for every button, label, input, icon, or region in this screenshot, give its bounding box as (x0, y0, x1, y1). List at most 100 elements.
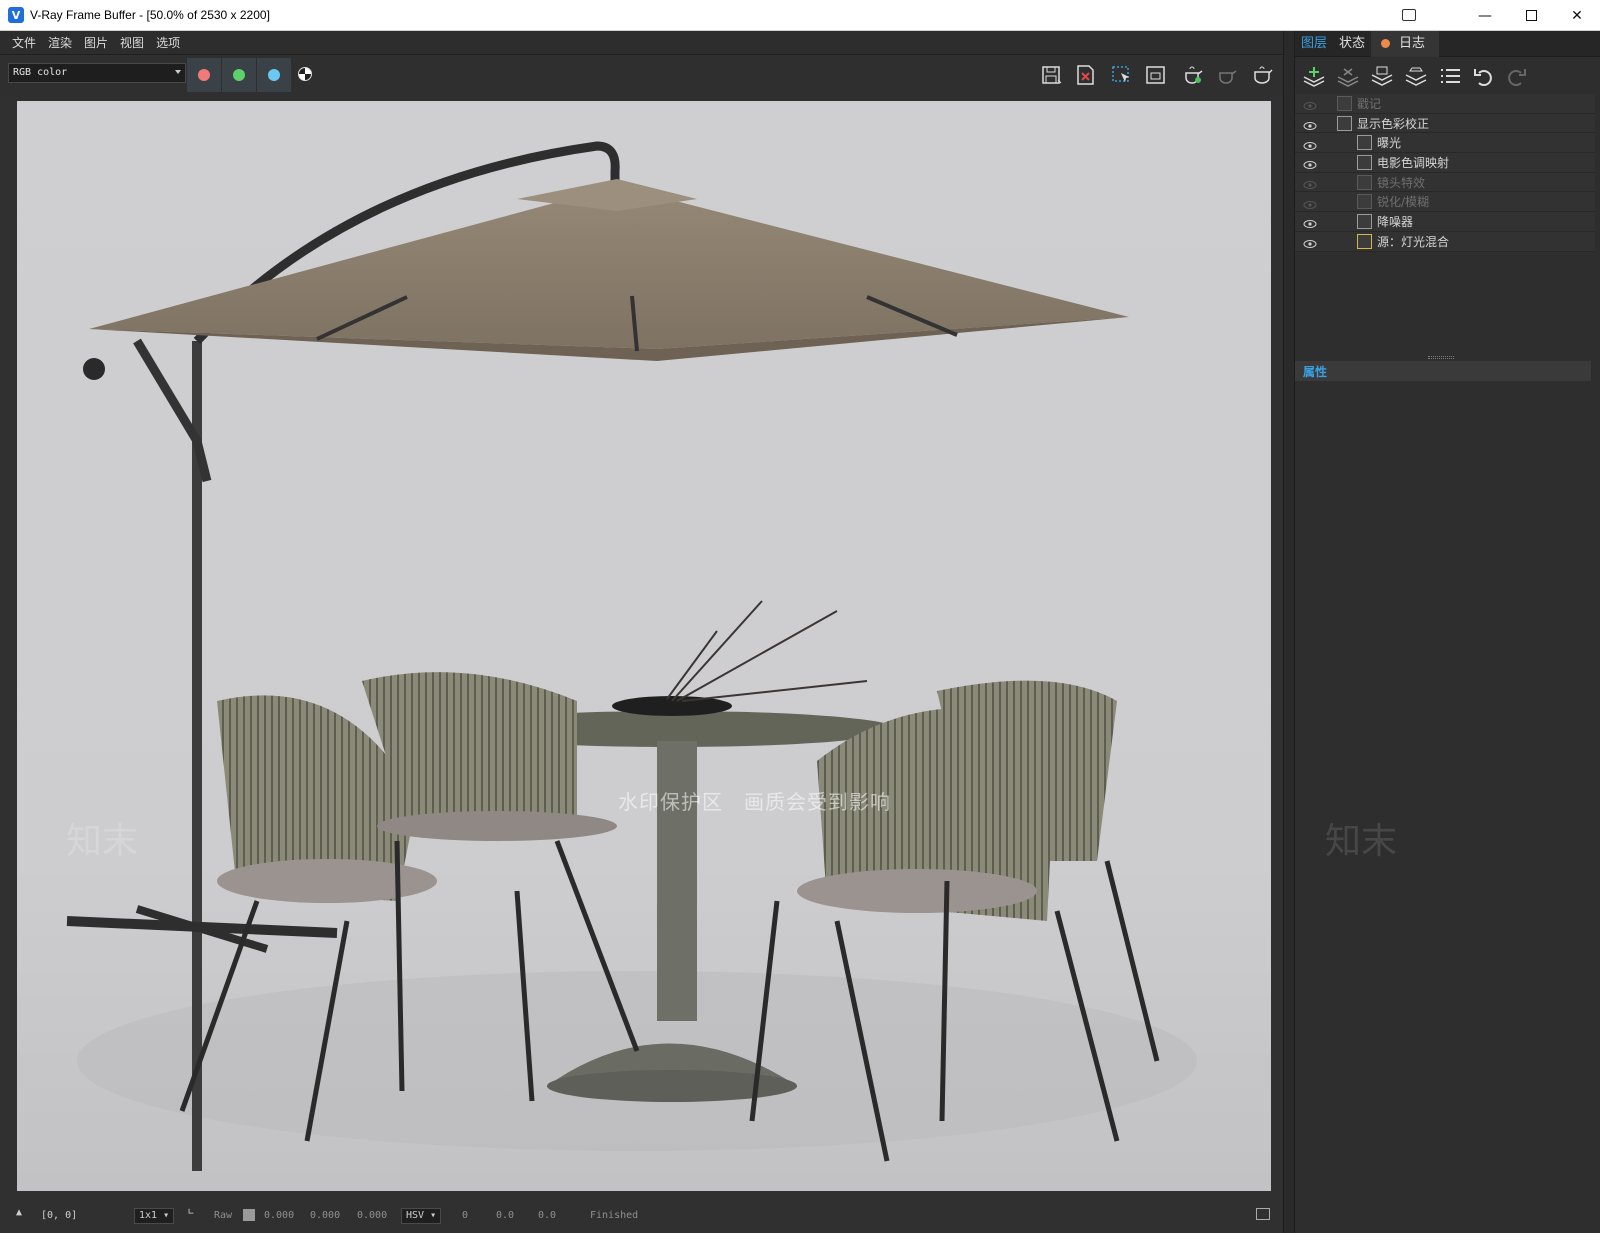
render-teapot-icon (1185, 66, 1203, 84)
layer-label: 镜头特效 (1377, 175, 1426, 190)
tonemap-layer-icon (1357, 154, 1372, 170)
tab-layers[interactable]: 图层 (1295, 31, 1333, 57)
sharpen-layer-icon (1357, 194, 1372, 210)
properties-label: 属性 (1303, 364, 1328, 379)
load-layers-icon (1405, 67, 1427, 86)
layer-label: 降噪器 (1377, 214, 1414, 229)
render-viewport[interactable] (17, 101, 1271, 1191)
save-image-button[interactable] (1040, 64, 1064, 86)
eye-icon[interactable] (1303, 99, 1317, 111)
close-icon: ✕ (1571, 7, 1583, 24)
clear-image-button[interactable] (1074, 64, 1098, 86)
rendered-image (17, 101, 1271, 1191)
minimize-button[interactable]: — (1462, 0, 1508, 31)
color-mode-select[interactable]: HSV ▾ (401, 1208, 442, 1224)
layer-label: 源：灯光混合 (1377, 234, 1450, 249)
layer-lightmix-source[interactable]: 源：灯光混合 (1295, 231, 1595, 252)
close-button[interactable]: ✕ (1554, 0, 1600, 31)
menu-render[interactable]: 渲染 (48, 34, 72, 51)
remove-layer-button[interactable] (1335, 65, 1361, 87)
render-status: Finished (590, 1210, 639, 1221)
chevron-down-icon (175, 70, 181, 74)
layer-list-button[interactable] (1437, 65, 1463, 87)
menu-options[interactable]: 选项 (156, 34, 180, 51)
menu-image[interactable]: 图片 (84, 34, 108, 51)
eye-icon[interactable] (1303, 217, 1317, 229)
render-button[interactable] (1180, 64, 1204, 86)
raw-checkbox[interactable] (243, 1209, 255, 1221)
panel-splitter-grip[interactable] (1428, 356, 1454, 359)
layer-lens-effects[interactable]: 镜头特效 (1295, 172, 1595, 193)
raw-label: Raw (214, 1210, 233, 1221)
green-dot-icon (233, 69, 245, 81)
layer-label: 戳记 (1357, 96, 1382, 111)
layer-denoiser[interactable]: 降噪器 (1295, 212, 1595, 232)
pixel-coords: [0, 0] (41, 1210, 78, 1221)
properties-header: 属性 (1295, 361, 1591, 381)
channel-select-value: RGB color (13, 67, 68, 78)
denoiser-layer-icon (1357, 213, 1372, 229)
layer-exposure[interactable]: 曝光 (1295, 133, 1595, 154)
menu-view[interactable]: 视图 (120, 34, 144, 51)
window-mode-icon[interactable] (1402, 9, 1416, 21)
eye-icon[interactable] (1303, 198, 1317, 209)
exposure-layer-icon (1357, 135, 1372, 151)
log-toggle-icon[interactable] (1256, 1208, 1270, 1220)
zoom-select[interactable]: 1x1 ▾ (134, 1208, 175, 1224)
layer-label: 锐化/模糊 (1377, 195, 1430, 210)
region-render-button[interactable] (1110, 64, 1134, 86)
stamp-layer-icon (1337, 95, 1352, 111)
load-layers-button[interactable] (1403, 65, 1429, 87)
layers-panel: 图层 状态 日志 戳记 显示色彩校正 曝光 电影色调映射 镜头特效 锐化/模糊 … (1295, 30, 1600, 1233)
pane-splitter[interactable] (1283, 31, 1295, 1233)
pixel-picker-icon[interactable]: ▲ (16, 1207, 22, 1218)
maximize-button[interactable] (1508, 0, 1554, 31)
red-dot-icon (198, 69, 210, 81)
monochrome-button[interactable] (298, 67, 312, 81)
stop-render-button[interactable] (1250, 64, 1274, 86)
eye-icon[interactable] (1303, 178, 1317, 190)
toolbar: RGB color (0, 56, 1283, 96)
layer-filmic-tonemap[interactable]: 电影色调映射 (1295, 153, 1595, 173)
light-bulb-icon (1357, 233, 1372, 249)
render-region-button[interactable] (1144, 64, 1168, 86)
panel-tabs: 图层 状态 日志 (1295, 30, 1600, 57)
layer-label: 电影色调映射 (1377, 155, 1450, 170)
eye-icon[interactable] (1303, 139, 1317, 150)
add-layer-icon (1303, 67, 1325, 87)
layer-toolbar (1295, 57, 1600, 93)
layer-display-color-correction[interactable]: 显示色彩校正 (1295, 113, 1595, 134)
eye-icon[interactable] (1303, 158, 1317, 170)
color-picker-icon[interactable]: ∟ (188, 1207, 194, 1218)
render-interactive-button[interactable] (1214, 64, 1238, 86)
remove-layer-icon (1337, 68, 1359, 87)
maximize-icon (1525, 10, 1537, 21)
log-indicator-icon (1381, 39, 1391, 48)
pixel-g: 0.000 (310, 1210, 341, 1221)
undo-icon (1474, 69, 1492, 86)
save-image-icon (1042, 66, 1062, 84)
layer-sharpen-blur[interactable]: 锐化/模糊 (1295, 192, 1595, 213)
add-layer-button[interactable] (1301, 65, 1327, 87)
layer-list-icon (1441, 69, 1460, 83)
render-interactive-icon (1219, 70, 1237, 84)
save-layers-button[interactable] (1369, 65, 1395, 87)
eye-icon[interactable] (1303, 119, 1317, 131)
redo-button[interactable] (1503, 65, 1529, 87)
window-title: V-Ray Frame Buffer - [50.0% of 2530 x 22… (30, 8, 270, 22)
blue-channel-button[interactable] (257, 58, 291, 92)
red-channel-button[interactable] (187, 58, 221, 92)
frame-buffer-pane: 文件 渲染 图片 视图 选项 RGB color ▲ [0, 0] 1x1 ▾ … (0, 31, 1283, 1233)
layer-stamp[interactable]: 戳记 (1295, 94, 1595, 114)
tab-status[interactable]: 状态 (1333, 31, 1371, 57)
status-bar: ▲ [0, 0] 1x1 ▾ ∟ Raw 0.000 0.000 0.000 H… (0, 1201, 1283, 1233)
eye-icon[interactable] (1303, 237, 1317, 249)
pixel-h: 0 (462, 1210, 469, 1221)
menu-file[interactable]: 文件 (12, 34, 36, 51)
save-layers-icon (1371, 66, 1393, 86)
curve-layer-icon (1337, 115, 1352, 131)
green-channel-button[interactable] (222, 58, 256, 92)
channel-select[interactable]: RGB color (8, 63, 186, 83)
undo-button[interactable] (1471, 65, 1497, 87)
tab-log[interactable]: 日志 (1371, 30, 1440, 57)
